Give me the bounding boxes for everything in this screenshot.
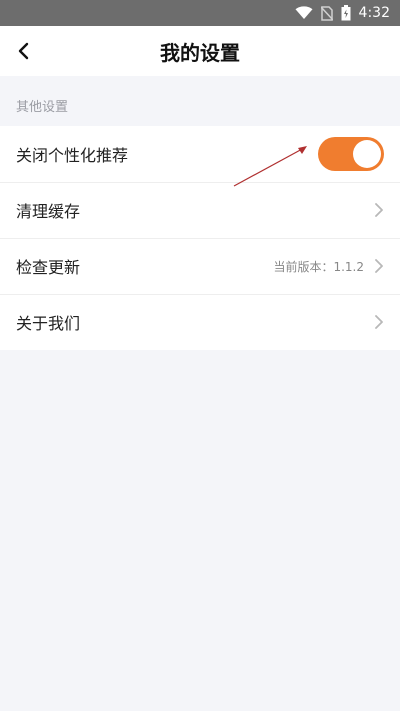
status-bar: 4:32 bbox=[0, 0, 400, 26]
setting-row-about-us[interactable]: 关于我们 bbox=[0, 294, 400, 350]
toggle-knob bbox=[353, 140, 381, 168]
no-sim-icon bbox=[320, 5, 333, 21]
setting-row-check-update[interactable]: 检查更新 当前版本：1.1.2 bbox=[0, 238, 400, 294]
battery-icon bbox=[341, 5, 351, 21]
current-version-text: 当前版本：1.1.2 bbox=[273, 259, 364, 274]
wifi-icon bbox=[295, 6, 313, 20]
setting-label: 关于我们 bbox=[16, 314, 81, 333]
page-title: 我的设置 bbox=[160, 40, 240, 65]
chevron-left-icon bbox=[18, 42, 29, 60]
status-time: 4:32 bbox=[358, 5, 390, 21]
setting-label: 清理缓存 bbox=[16, 202, 81, 221]
setting-row-personalized-recommendation: 关闭个性化推荐 bbox=[0, 126, 400, 182]
section-title: 其他设置 bbox=[16, 100, 69, 115]
nav-bar: 我的设置 bbox=[0, 26, 400, 76]
chevron-right-icon bbox=[368, 258, 384, 274]
setting-label: 关闭个性化推荐 bbox=[16, 146, 129, 165]
back-button[interactable] bbox=[10, 37, 38, 65]
settings-list: 关闭个性化推荐 清理缓存 检查更新 当前版本：1.1.2 关于我们 bbox=[0, 126, 400, 350]
chevron-right-icon bbox=[368, 202, 384, 218]
chevron-right-icon bbox=[368, 314, 384, 330]
personalized-recommendation-toggle[interactable] bbox=[318, 137, 384, 171]
setting-label: 检查更新 bbox=[16, 258, 81, 277]
setting-row-clear-cache[interactable]: 清理缓存 bbox=[0, 182, 400, 238]
